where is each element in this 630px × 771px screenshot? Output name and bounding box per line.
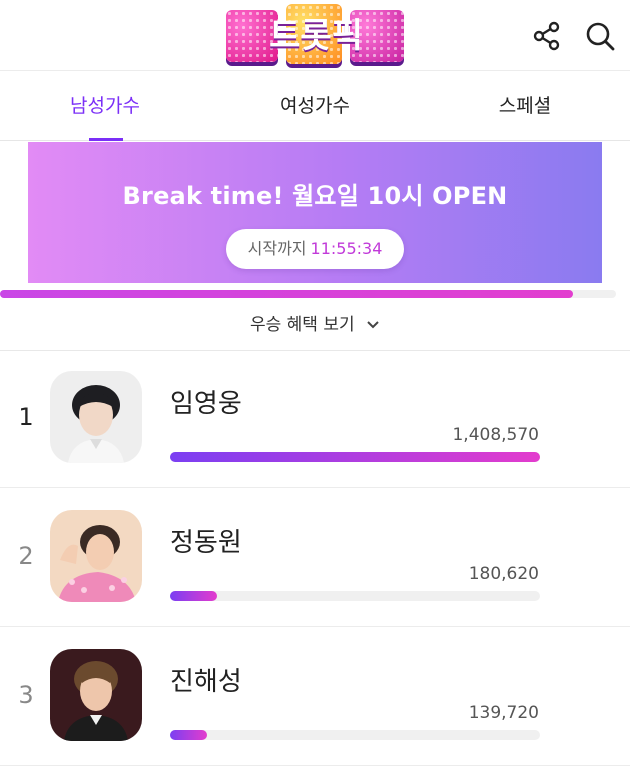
- logo-text: 트롯픽: [269, 16, 363, 56]
- countdown-label: 시작까지: [247, 239, 307, 258]
- vote-count: 1,408,570: [452, 425, 539, 445]
- active-tab-indicator: [89, 138, 123, 141]
- vote-count: 139,720: [468, 703, 539, 723]
- rank-number: 2: [18, 542, 34, 570]
- category-tabs: 남성가수 여성가수 스페셜: [0, 70, 630, 141]
- vote-bar: [170, 730, 540, 740]
- ranking-row[interactable]: 2 정동원 180,620: [0, 488, 630, 627]
- tab-special[interactable]: 스페셜: [420, 70, 630, 140]
- singer-name: 진해성: [170, 667, 242, 697]
- search-icon[interactable]: [584, 20, 616, 52]
- countdown-pill: 시작까지 11:55:34: [226, 229, 404, 269]
- vote-bar: [170, 452, 540, 462]
- countdown-progress-fill: [0, 290, 573, 298]
- singer-avatar: [50, 371, 142, 463]
- rank-number: 1: [18, 403, 34, 431]
- singer-name: 정동원: [170, 528, 242, 558]
- countdown-progress: [0, 290, 616, 298]
- vote-bar-fill: [170, 591, 218, 601]
- singer-avatar: [50, 510, 142, 602]
- benefit-label: 우승 혜택 보기: [249, 315, 355, 335]
- ranking-row[interactable]: 1 임영웅 1,408,570: [0, 349, 630, 488]
- singer-name: 임영웅: [170, 389, 242, 419]
- winner-benefit-toggle[interactable]: 우승 혜택 보기: [0, 298, 630, 351]
- ranking-row[interactable]: 3 진해성 139,720: [0, 627, 630, 766]
- vote-count: 180,620: [468, 564, 539, 584]
- countdown-time: 11:55:34: [310, 239, 383, 258]
- trotpick-logo[interactable]: 트롯픽: [226, 2, 406, 66]
- rank-number: 3: [18, 681, 34, 709]
- chevron-down-icon: [366, 298, 380, 352]
- vote-bar-fill: [170, 452, 540, 462]
- break-time-banner[interactable]: Break time! 월요일 10시 OPEN 시작까지 11:55:34: [28, 142, 602, 283]
- vote-bar: [170, 591, 540, 601]
- app-header: 트롯픽: [0, 0, 630, 71]
- tab-male-singers[interactable]: 남성가수: [0, 70, 210, 140]
- banner-title: Break time! 월요일 10시 OPEN: [122, 182, 508, 210]
- singer-avatar: [50, 649, 142, 741]
- tab-female-singers[interactable]: 여성가수: [210, 70, 420, 140]
- share-icon[interactable]: [531, 20, 563, 52]
- vote-bar-fill: [170, 730, 207, 740]
